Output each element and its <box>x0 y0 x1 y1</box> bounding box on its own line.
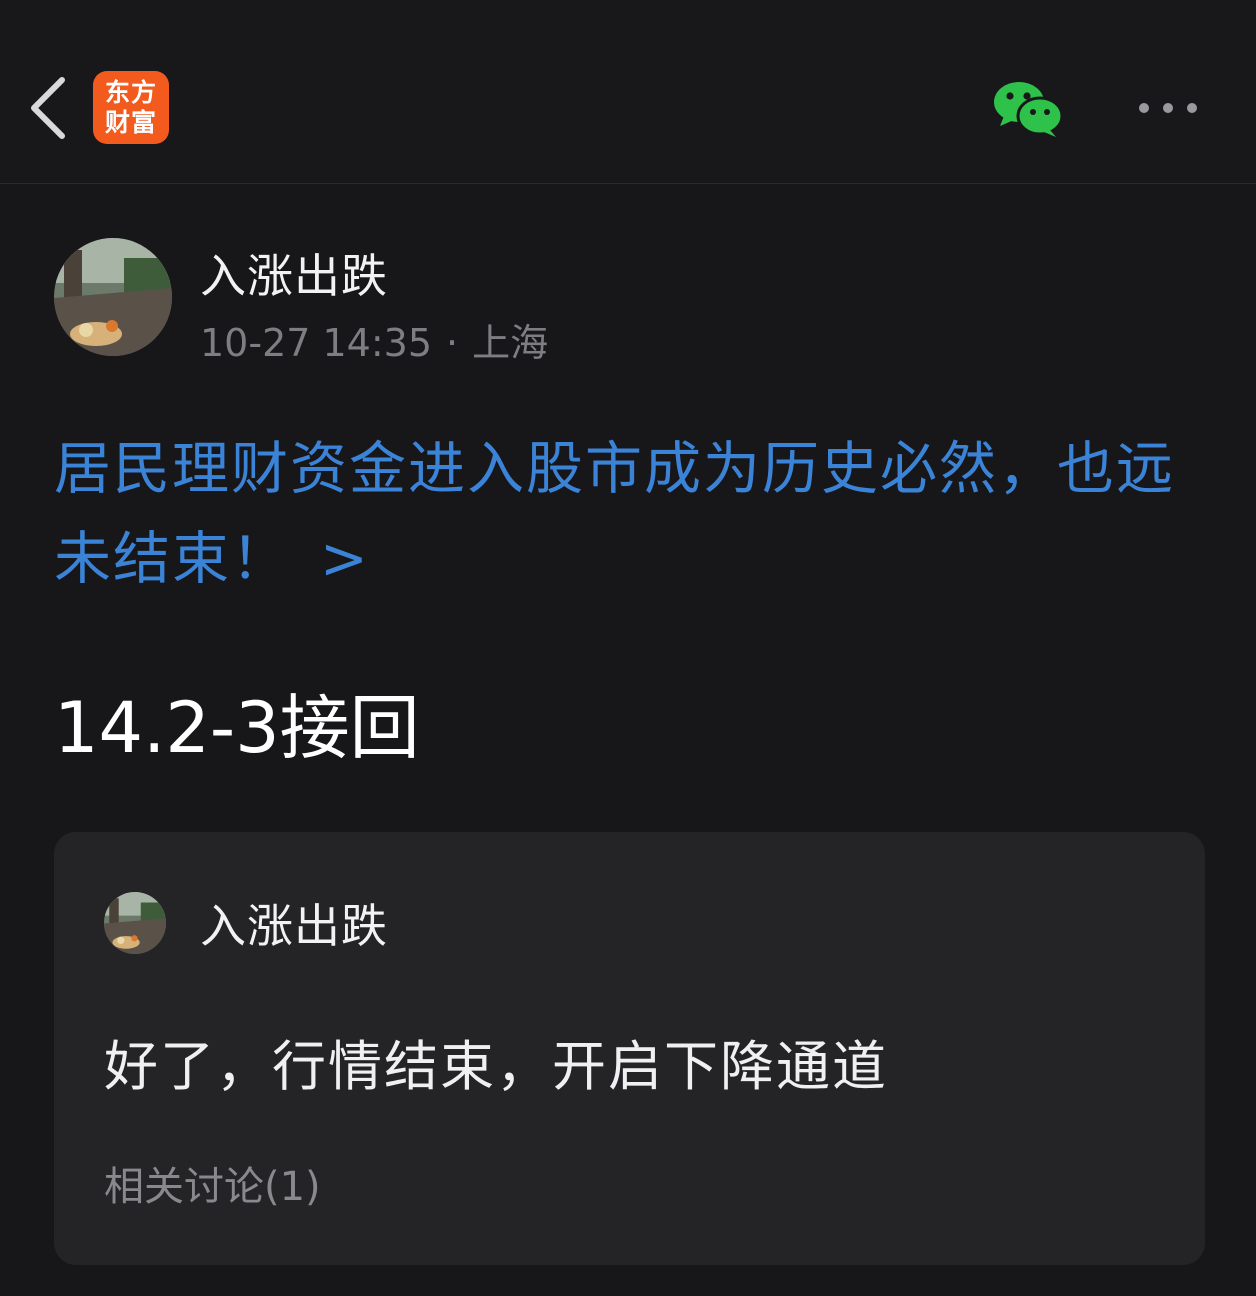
wechat-icon <box>994 82 1064 137</box>
quoted-author-avatar[interactable] <box>104 892 166 954</box>
more-options-button[interactable] <box>1130 92 1206 124</box>
post-location: 上海 <box>472 321 549 365</box>
author-avatar[interactable] <box>54 238 172 356</box>
quoted-author-name[interactable]: 入涨出跌 <box>200 890 388 956</box>
author-name[interactable]: 入涨出跌 <box>200 240 388 306</box>
app-logo[interactable]: 东方 财富 <box>93 71 169 144</box>
post-time: 10-27 14:35 <box>200 321 433 365</box>
quoted-post-text: 好了，行情结束，开启下降通道 <box>104 1035 888 1098</box>
top-navigation-bar: 东方 财富 <box>0 0 1256 184</box>
avatar-image <box>54 238 172 356</box>
topic-title: 居民理财资金进入股市成为历史必然，也远未结束！ <box>54 436 1175 592</box>
wechat-share-button[interactable] <box>992 80 1066 138</box>
logo-text-line1: 东方 <box>104 77 157 107</box>
topic-link[interactable]: 居民理财资金进入股市成为历史必然，也远未结束！ > <box>54 424 1214 604</box>
post-body-text: 14.2-3接回 <box>54 687 420 769</box>
back-button[interactable] <box>22 70 78 146</box>
topic-arrow: > <box>320 526 370 592</box>
logo-text-line2: 财富 <box>104 107 157 137</box>
quoted-post-card[interactable]: 入涨出跌 好了，行情结束，开启下降通道 相关讨论(1) <box>54 832 1205 1265</box>
avatar-image <box>104 892 166 954</box>
post-meta: 10-27 14:35 · 上海 <box>200 312 548 367</box>
meta-separator: · <box>446 321 459 365</box>
chevron-left-icon <box>31 77 65 139</box>
related-discussions-link[interactable]: 相关讨论(1) <box>104 1154 321 1212</box>
more-horizontal-icon <box>1139 103 1197 113</box>
